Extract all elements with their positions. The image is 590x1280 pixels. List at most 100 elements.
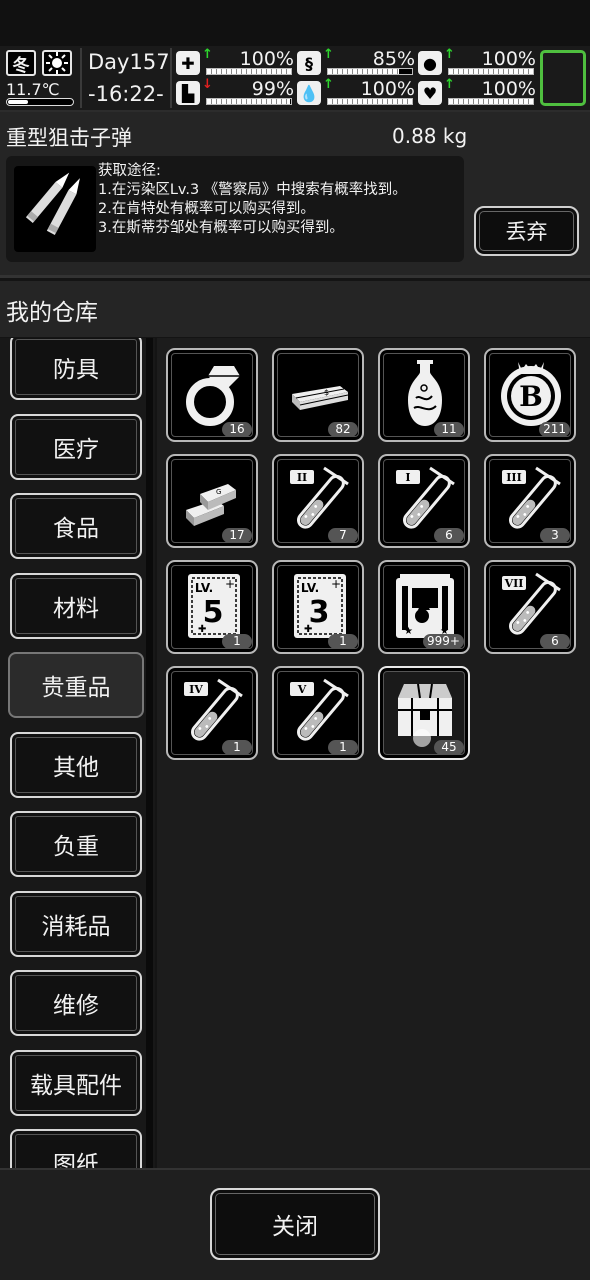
- item-slot[interactable]: G 17: [166, 454, 258, 548]
- item-count-badge: 211: [539, 422, 570, 437]
- system-status-bar: [0, 0, 590, 46]
- category-label: 食品: [53, 516, 99, 542]
- svg-text:+: +: [331, 577, 341, 591]
- item-weight: 0.88 kg: [392, 124, 468, 148]
- category-tab[interactable]: 贵重品: [8, 652, 144, 718]
- category-tab[interactable]: 消耗品: [10, 890, 142, 957]
- item-slot[interactable]: IV 1: [166, 666, 258, 760]
- category-scrollbar[interactable]: [146, 338, 153, 1168]
- svg-text:B: B: [519, 380, 543, 413]
- arrow-up-icon: ↑: [202, 47, 213, 62]
- item-name: 重型狙击子弹: [6, 126, 132, 150]
- item-slot[interactable]: LV. 3 + ✚ 1: [272, 560, 364, 654]
- svg-text:VII: VII: [504, 577, 524, 590]
- stat-bar: [448, 68, 534, 75]
- medkit-icon: ✚: [176, 51, 200, 75]
- svg-text:III: III: [506, 471, 521, 484]
- svg-text:★: ★: [404, 626, 413, 637]
- svg-text:✚: ✚: [304, 624, 312, 635]
- category-tab[interactable]: 其他: [10, 731, 142, 798]
- arrow-up-icon: ↑: [444, 47, 455, 62]
- svg-text:I: I: [405, 471, 410, 484]
- season-badge: 冬: [6, 50, 36, 76]
- status-header: 冬 11.7℃ Day157 -16:22- ✚ ↑ 100% § ↑ 85% ● ↑ 100%…: [0, 46, 590, 112]
- category-tab[interactable]: 载具配件: [10, 1049, 142, 1116]
- item-slot[interactable]: 45: [378, 666, 470, 760]
- equipment-slot[interactable]: [540, 50, 586, 106]
- item-slot[interactable]: 16: [166, 348, 258, 442]
- stat-percent: 100%: [239, 48, 294, 70]
- item-count-badge: 7: [328, 528, 358, 543]
- svg-text:G: G: [216, 488, 221, 496]
- category-list[interactable]: 防具医疗食品材料贵重品其他负重消耗品维修载具配件图纸: [0, 338, 155, 1168]
- item-count-badge: 6: [540, 634, 570, 649]
- temperature-label: 11.7℃: [6, 80, 60, 99]
- category-label: 负重: [53, 834, 99, 860]
- item-count-badge: 3: [540, 528, 570, 543]
- stat-stamina: ▙ ↓ 99%: [176, 77, 294, 108]
- category-tab[interactable]: 防具: [10, 338, 142, 400]
- item-count-badge: 6: [434, 528, 464, 543]
- item-count-badge: 16: [222, 422, 252, 437]
- heart-icon: ♥: [418, 81, 442, 105]
- svg-text:✚: ✚: [198, 624, 206, 635]
- discard-label: 丢弃: [505, 220, 548, 244]
- item-detail-panel: 重型狙击子弹 0.88 kg 获取途径: 1.在污染区Lv.3 《警察局》中搜索…: [0, 112, 590, 278]
- category-tab[interactable]: 医疗: [10, 413, 142, 480]
- stat-percent: 100%: [481, 48, 536, 70]
- category-tab[interactable]: 食品: [10, 493, 142, 559]
- item-slot[interactable]: I 6: [378, 454, 470, 548]
- arrow-down-icon: ↓: [202, 77, 213, 92]
- item-slot[interactable]: ★ ★ 999+: [378, 560, 470, 654]
- item-source-box: 获取途径: 1.在污染区Lv.3 《警察局》中搜索有概率找到。 2.在肯特处有概…: [6, 156, 464, 262]
- stat-percent: 99%: [251, 78, 294, 100]
- source-line: 2.在肯特处有概率可以购买得到。: [98, 201, 315, 217]
- close-label: 关闭: [272, 1214, 318, 1240]
- category-label: 其他: [53, 754, 99, 781]
- stat-percent: 100%: [360, 78, 415, 100]
- sniper-bullets-icon: [14, 166, 96, 252]
- category-label: 医疗: [53, 436, 99, 463]
- item-slot[interactable]: VII 6: [484, 560, 576, 654]
- pill-icon: ●: [418, 51, 442, 75]
- item-slot[interactable]: LV. 5 + ✚ 1: [166, 560, 258, 654]
- stat-bar: [327, 98, 413, 105]
- stat-medicine: ● ↑ 100%: [418, 47, 536, 78]
- item-slot[interactable]: V 1: [272, 666, 364, 760]
- game-clock: -16:22-: [88, 82, 164, 106]
- category-label: 消耗品: [41, 913, 111, 940]
- source-line: 3.在斯蒂芬邹处有概率可以购买得到。: [98, 220, 344, 236]
- svg-text:$: $: [324, 388, 329, 397]
- stat-percent: 85%: [372, 48, 415, 70]
- discard-button[interactable]: 丢弃: [474, 206, 579, 256]
- svg-text:IV: IV: [189, 683, 203, 696]
- svg-text:II: II: [297, 471, 307, 484]
- stat-thirst: 💧 ↑ 100%: [297, 77, 415, 108]
- source-title: 获取途径:: [98, 163, 161, 179]
- source-line: 1.在污染区Lv.3 《警察局》中搜索有概率找到。: [98, 182, 407, 198]
- item-count-badge: 1: [328, 740, 358, 755]
- category-tab[interactable]: 维修: [10, 970, 142, 1036]
- item-count-badge: 11: [434, 422, 464, 437]
- category-tab[interactable]: 负重: [10, 811, 142, 877]
- category-tab[interactable]: 材料: [10, 572, 142, 639]
- item-slot[interactable]: $82: [272, 348, 364, 442]
- bottom-bar: 关闭: [0, 1168, 590, 1280]
- stat-bar: [448, 98, 534, 105]
- item-slot[interactable]: III 3: [484, 454, 576, 548]
- close-button[interactable]: 关闭: [210, 1188, 380, 1260]
- boot-icon: ▙: [176, 81, 200, 105]
- category-label: 维修: [53, 993, 99, 1019]
- item-count-badge: 1: [222, 634, 252, 649]
- warehouse-header: 我的仓库: [0, 281, 590, 337]
- item-source-text: 获取途径: 1.在污染区Lv.3 《警察局》中搜索有概率找到。 2.在肯特处有概…: [98, 162, 407, 238]
- item-count-badge: 1: [222, 740, 252, 755]
- category-label: 材料: [53, 595, 99, 622]
- item-count-badge: 17: [222, 528, 252, 543]
- category-tab[interactable]: 图纸: [10, 1129, 142, 1168]
- water-drop-icon: 💧: [297, 81, 321, 105]
- svg-text:LV.: LV.: [195, 581, 213, 595]
- item-slot[interactable]: 11: [378, 348, 470, 442]
- item-slot[interactable]: II 7: [272, 454, 364, 548]
- item-slot[interactable]: B 211: [484, 348, 576, 442]
